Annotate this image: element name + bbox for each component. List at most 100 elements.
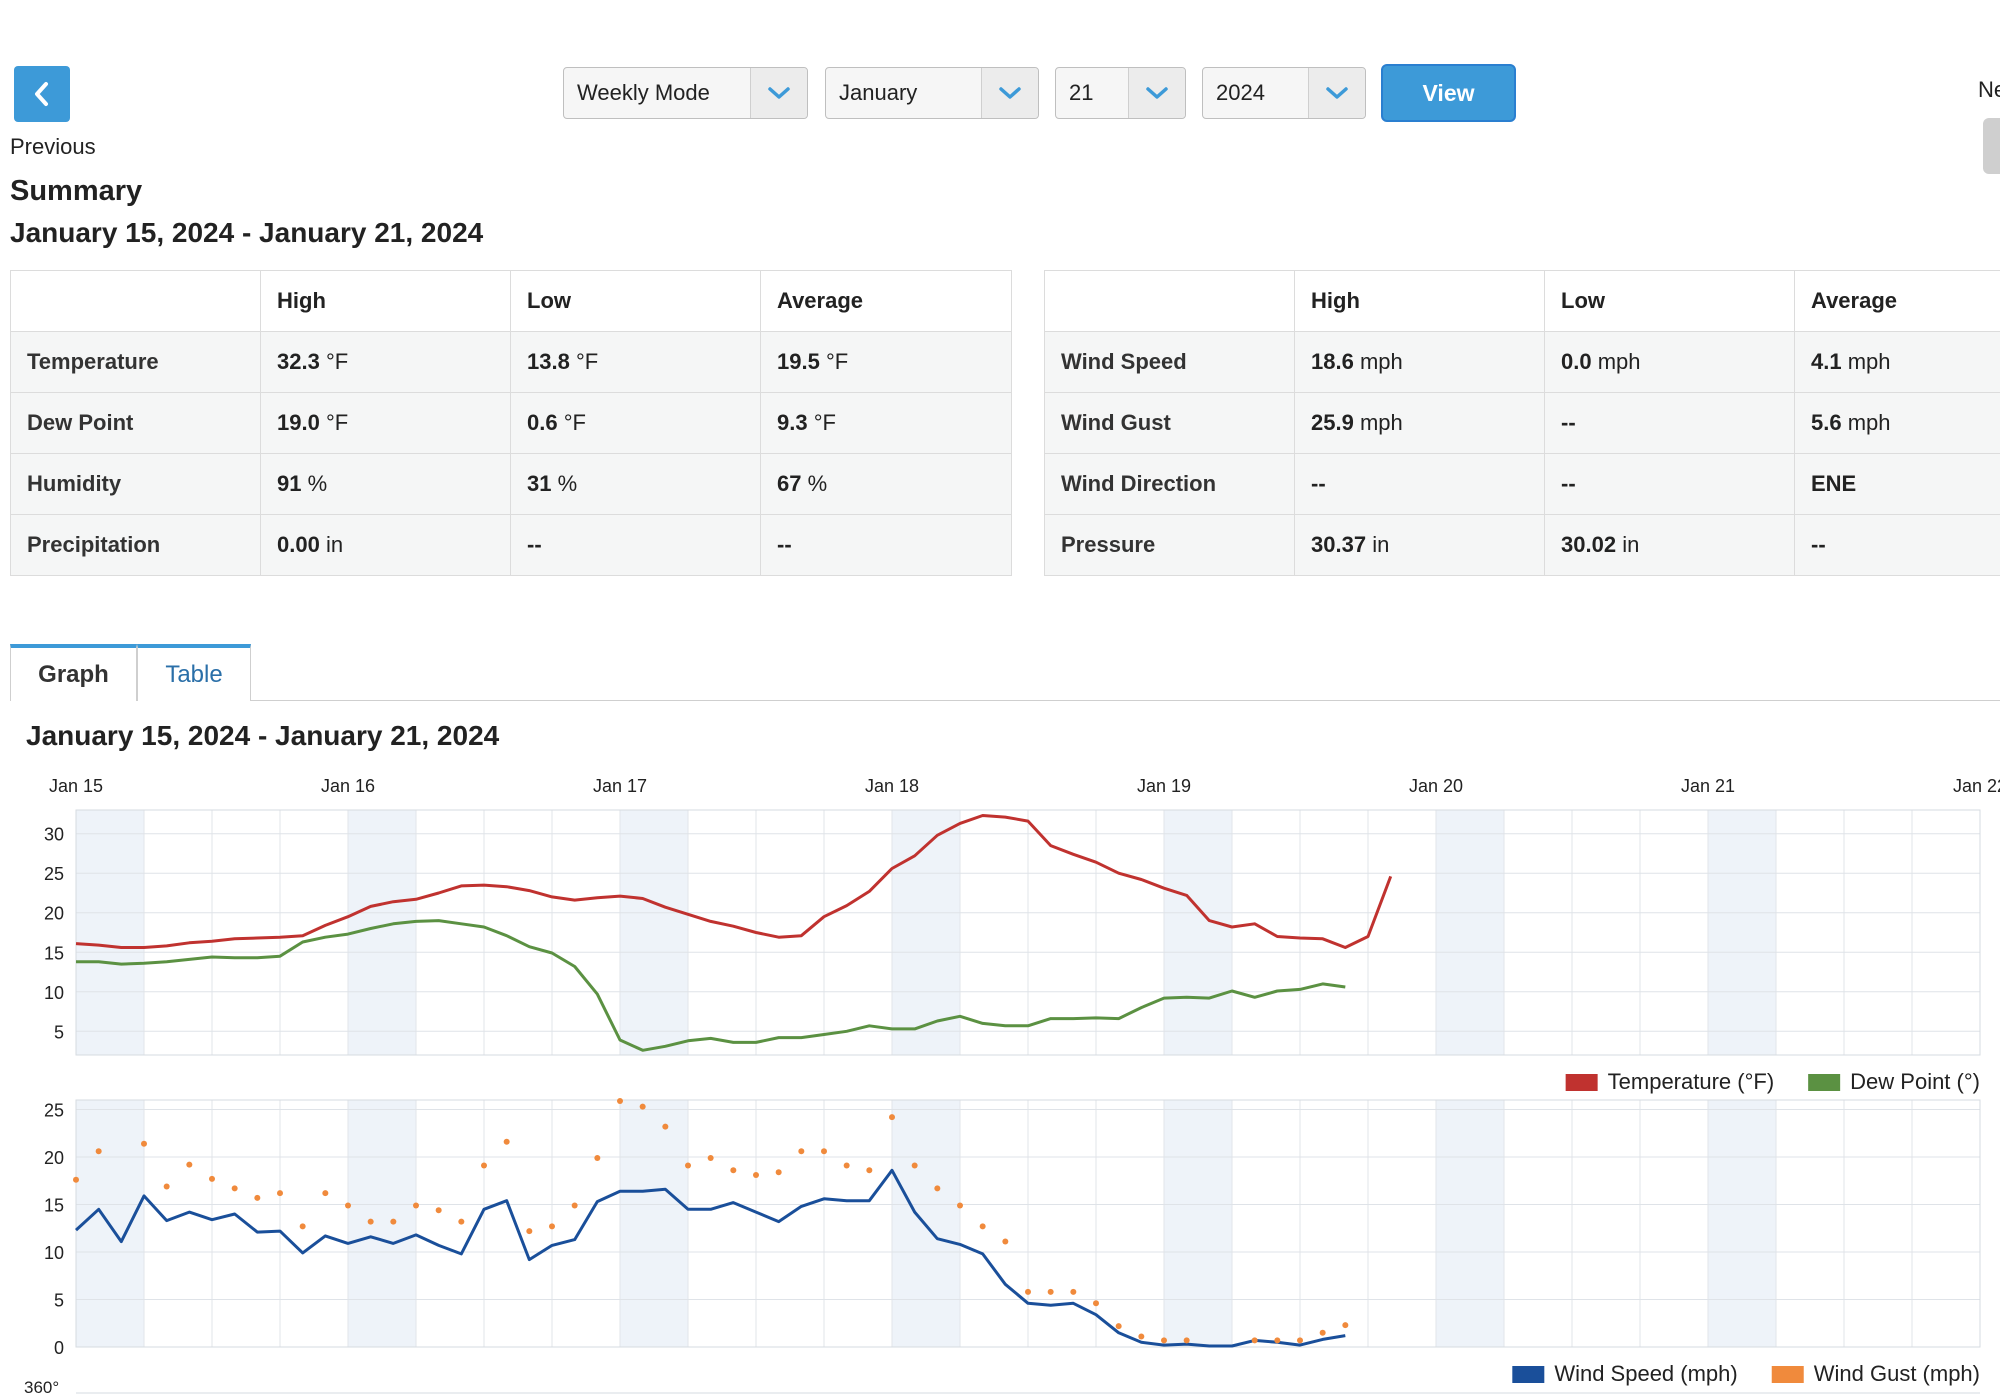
table-row: Wind Direction -- -- ENE bbox=[1044, 453, 2000, 515]
graph-title: January 15, 2024 - January 21, 2024 bbox=[26, 720, 500, 751]
wind-gust-mph-point bbox=[798, 1148, 805, 1155]
row-label: Wind Gust bbox=[1044, 392, 1295, 454]
cell-high: -- bbox=[1294, 453, 1545, 515]
month-select[interactable]: January bbox=[825, 67, 1039, 119]
tab-table[interactable]: Table bbox=[137, 644, 251, 701]
summary-date-range: January 15, 2024 - January 21, 2024 bbox=[10, 217, 484, 248]
wind-gust-mph-point bbox=[209, 1175, 215, 1182]
night-band bbox=[1164, 810, 1232, 1055]
chevron-left-icon bbox=[35, 82, 48, 106]
summary-table-left: High Low Average Temperature 32.3 °F 13.… bbox=[10, 270, 1012, 576]
month-select-value: January bbox=[839, 80, 918, 105]
wind-gust-mph-point bbox=[639, 1103, 646, 1110]
night-band bbox=[620, 810, 688, 1055]
table-header-row: High Low Average bbox=[10, 270, 1012, 332]
y-tick-label: 10 bbox=[44, 983, 64, 1003]
wind-gust-mph-point bbox=[526, 1228, 533, 1235]
row-label: Wind Direction bbox=[1044, 453, 1295, 515]
legend-swatch bbox=[1512, 1366, 1545, 1383]
column-header-average: Average bbox=[760, 270, 1012, 332]
y-tick-label: 0 bbox=[54, 1338, 64, 1358]
day-select[interactable]: 21 bbox=[1055, 67, 1186, 119]
wind-gust-mph-point bbox=[413, 1202, 419, 1209]
legend-label: Temperature (°F) bbox=[1608, 1069, 1775, 1094]
x-tick-label: Jan 17 bbox=[593, 776, 647, 796]
wind-gust-mph-point bbox=[685, 1162, 691, 1169]
column-header-high: High bbox=[1294, 270, 1545, 332]
wind-gust-mph-point bbox=[141, 1140, 147, 1147]
table-row: Precipitation 0.00 in -- -- bbox=[10, 514, 1012, 576]
legend-swatch bbox=[1565, 1074, 1598, 1091]
next-chart-y-label: 360° bbox=[24, 1378, 59, 1397]
legend-item: Wind Gust (mph) bbox=[1771, 1361, 1980, 1386]
wind-gust-mph-point bbox=[549, 1223, 555, 1230]
cell-average: 19.5 °F bbox=[760, 331, 1012, 393]
tab-graph[interactable]: Graph bbox=[10, 644, 137, 701]
weather-charts: Jan 15 Jan 16 Jan 17 Jan 18 Jan 19 Jan 20 Jan … bbox=[24, 776, 2000, 1397]
wind-gust-mph-point bbox=[367, 1218, 374, 1225]
wind-gust-mph-point bbox=[1183, 1337, 1190, 1344]
wind-gust-mph-point bbox=[1047, 1288, 1054, 1295]
y-tick-label: 20 bbox=[44, 904, 64, 924]
table-row: Temperature 32.3 °F 13.8 °F 19.5 °F bbox=[10, 331, 1012, 393]
wind-gust-mph-point bbox=[254, 1194, 261, 1201]
wind-gust-mph-point bbox=[821, 1148, 827, 1155]
table-header-row: High Low Average bbox=[1044, 270, 2000, 332]
night-band bbox=[348, 1100, 416, 1347]
mode-select[interactable]: Weekly Mode bbox=[563, 67, 808, 119]
wind-gust-mph-point bbox=[503, 1138, 510, 1145]
chevron-down-icon bbox=[750, 68, 807, 118]
cell-high: 32.3 °F bbox=[260, 331, 511, 393]
wind-gust-mph-point bbox=[1161, 1337, 1167, 1344]
row-label: Dew Point bbox=[10, 392, 261, 454]
column-header bbox=[1044, 270, 1295, 332]
cell-low: -- bbox=[510, 514, 761, 576]
year-select[interactable]: 2024 bbox=[1202, 67, 1366, 119]
cell-low: -- bbox=[1544, 392, 1795, 454]
row-label: Wind Speed bbox=[1044, 331, 1295, 393]
view-button[interactable]: View bbox=[1381, 64, 1516, 122]
night-band bbox=[1436, 1100, 1504, 1347]
next-button[interactable] bbox=[1983, 118, 2000, 174]
tabs-divider bbox=[10, 700, 2000, 701]
x-tick-label: Jan 16 bbox=[321, 776, 375, 796]
column-header-average: Average bbox=[1794, 270, 2000, 332]
x-tick-label: Jan 15 bbox=[49, 776, 103, 796]
cell-average: -- bbox=[760, 514, 1012, 576]
legend-item: Temperature (°F) bbox=[1565, 1069, 1775, 1094]
wind-gust-mph-point bbox=[299, 1223, 306, 1230]
wind-gust-mph-point bbox=[1115, 1323, 1122, 1330]
wind-gust-mph-point bbox=[1002, 1238, 1009, 1245]
x-tick-label: Jan 21 bbox=[1681, 776, 1735, 796]
cell-low: -- bbox=[1544, 453, 1795, 515]
y-tick-label: 10 bbox=[44, 1243, 64, 1263]
mode-select-value: Weekly Mode bbox=[577, 80, 710, 105]
cell-high: 18.6 mph bbox=[1294, 331, 1545, 393]
wind-gust-mph-point bbox=[775, 1169, 782, 1176]
wind-gust-mph-point bbox=[1274, 1337, 1281, 1344]
legend-swatch bbox=[1771, 1366, 1804, 1383]
x-tick-label: Jan 19 bbox=[1137, 776, 1191, 796]
wind-gust-mph-point bbox=[1138, 1333, 1145, 1340]
y-tick-label: 5 bbox=[54, 1291, 64, 1311]
cell-low: 30.02 in bbox=[1544, 514, 1795, 576]
wind-gust-mph-point bbox=[571, 1202, 578, 1209]
table-row: Wind Speed 18.6 mph 0.0 mph 4.1 mph bbox=[1044, 331, 2000, 393]
previous-button[interactable] bbox=[14, 66, 70, 122]
wind-gust-mph-point bbox=[435, 1207, 442, 1214]
wind-gust-mph-point bbox=[753, 1172, 759, 1179]
wind-gust-mph-point bbox=[594, 1154, 601, 1161]
wind-gust-mph-point bbox=[481, 1162, 487, 1169]
legend-item: Wind Speed (mph) bbox=[1512, 1361, 1738, 1386]
x-tick-label: Jan 18 bbox=[865, 776, 919, 796]
chevron-down-icon bbox=[981, 68, 1038, 118]
wind-gust-mph-point bbox=[662, 1123, 669, 1130]
column-header-low: Low bbox=[510, 270, 761, 332]
y-tick-label: 20 bbox=[44, 1148, 64, 1168]
previous-label: Previous bbox=[10, 134, 96, 159]
wind-gust-mph-point bbox=[1342, 1322, 1349, 1329]
wind-gust-mph-point bbox=[95, 1148, 102, 1155]
summary-table-right: High Low Average Wind Speed 18.6 mph 0.0… bbox=[1044, 270, 2000, 576]
cell-low: 31 % bbox=[510, 453, 761, 515]
wind-gust-mph-point bbox=[911, 1162, 918, 1169]
